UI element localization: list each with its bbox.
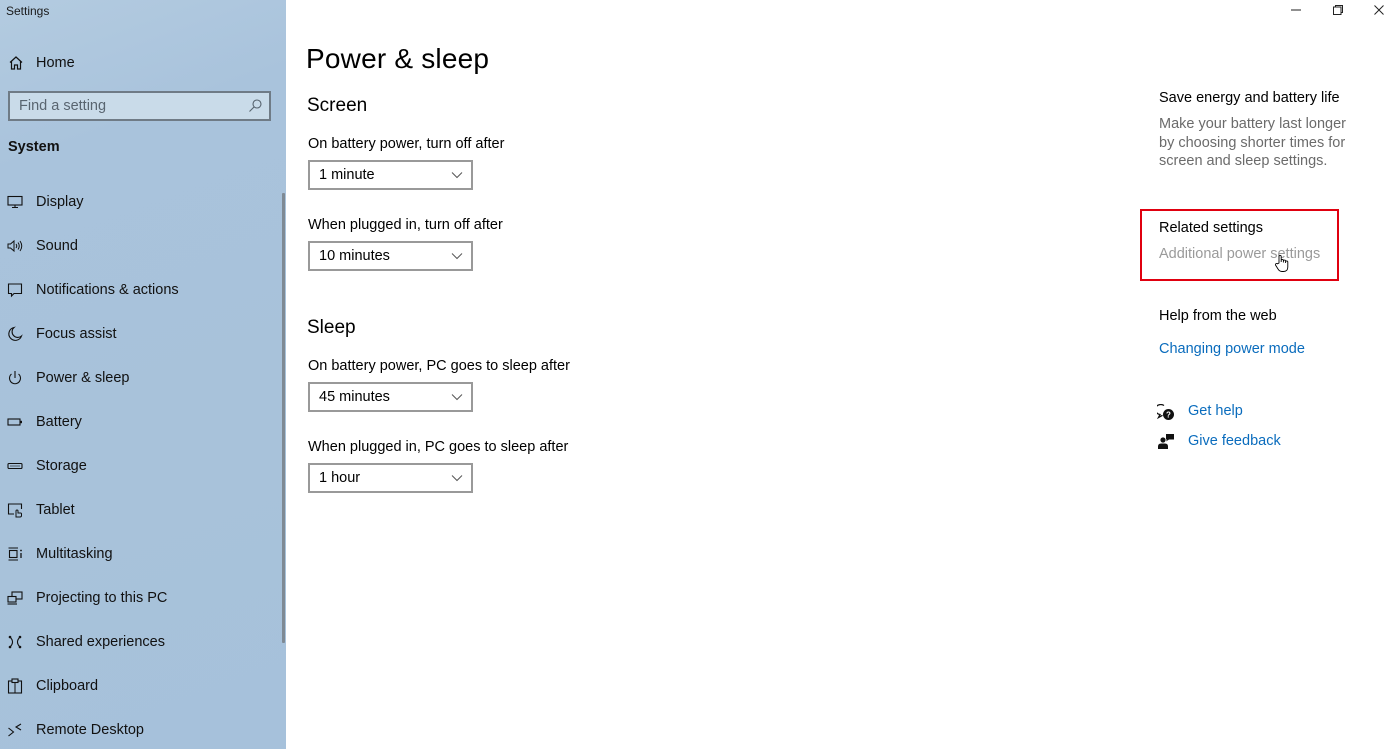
monitor-icon bbox=[6, 193, 24, 211]
sidebar-item-battery[interactable]: Battery bbox=[0, 400, 282, 444]
chevron-down-icon bbox=[450, 392, 464, 402]
sidebar-item-label: Storage bbox=[36, 458, 87, 474]
battery-icon bbox=[6, 413, 24, 431]
sleep-plugged-label: When plugged in, PC goes to sleep after bbox=[308, 439, 569, 455]
save-energy-heading: Save energy and battery life bbox=[1159, 90, 1340, 106]
screen-plugged-dropdown[interactable]: 10 minutes bbox=[308, 241, 473, 271]
restore-icon bbox=[1332, 3, 1344, 21]
dropdown-value: 1 minute bbox=[319, 167, 375, 183]
give-feedback-link[interactable]: Give feedback bbox=[1188, 433, 1281, 449]
get-help-link[interactable]: Get help bbox=[1188, 403, 1243, 419]
sidebar-item-label: Display bbox=[36, 194, 84, 210]
sidebar-item-label: Remote Desktop bbox=[36, 722, 144, 738]
close-button[interactable] bbox=[1357, 0, 1400, 24]
sidebar-item-label: Battery bbox=[36, 414, 82, 430]
app-title: Settings bbox=[6, 4, 50, 18]
screen-battery-label: On battery power, turn off after bbox=[308, 136, 505, 152]
sidebar-nav: Display Sound Notifications & actions Fo… bbox=[0, 180, 282, 749]
storage-icon bbox=[6, 457, 24, 475]
clipboard-icon bbox=[6, 677, 24, 695]
screen-heading: Screen bbox=[307, 95, 368, 116]
sleep-plugged-dropdown[interactable]: 1 hour bbox=[308, 463, 473, 493]
sidebar-item-label: Projecting to this PC bbox=[36, 590, 168, 606]
section-label-system: System bbox=[8, 139, 60, 155]
sidebar-item-clipboard[interactable]: Clipboard bbox=[0, 664, 282, 708]
sidebar-item-label: Shared experiences bbox=[36, 634, 165, 650]
search-icon[interactable] bbox=[247, 98, 263, 114]
sidebar-item-notifications[interactable]: Notifications & actions bbox=[0, 268, 282, 312]
sidebar-item-label: Power & sleep bbox=[36, 370, 130, 386]
dropdown-value: 45 minutes bbox=[319, 389, 390, 405]
changing-power-mode-link[interactable]: Changing power mode bbox=[1159, 341, 1305, 357]
tablet-icon bbox=[6, 501, 24, 519]
help-from-web-heading: Help from the web bbox=[1159, 308, 1277, 324]
close-icon bbox=[1373, 3, 1385, 21]
sidebar-item-label: Focus assist bbox=[36, 326, 117, 342]
chevron-down-icon bbox=[450, 251, 464, 261]
sidebar: Settings Home System Display Sound Notif… bbox=[0, 0, 286, 749]
sidebar-scrollbar[interactable] bbox=[282, 193, 285, 643]
restore-button[interactable] bbox=[1316, 0, 1360, 24]
sidebar-item-remote-desktop[interactable]: Remote Desktop bbox=[0, 708, 282, 749]
related-settings-heading: Related settings bbox=[1159, 220, 1263, 236]
dropdown-value: 10 minutes bbox=[319, 248, 390, 264]
page-title: Power & sleep bbox=[306, 43, 490, 74]
home-icon bbox=[7, 54, 25, 72]
sidebar-item-label: Multitasking bbox=[36, 546, 113, 562]
sidebar-item-label: Sound bbox=[36, 238, 78, 254]
screen-plugged-label: When plugged in, turn off after bbox=[308, 217, 503, 233]
speaker-icon bbox=[6, 237, 24, 255]
sidebar-item-display[interactable]: Display bbox=[0, 180, 282, 224]
sidebar-item-power-sleep[interactable]: Power & sleep bbox=[0, 356, 282, 400]
shared-experiences-icon bbox=[6, 633, 24, 651]
remote-desktop-icon bbox=[6, 721, 24, 739]
save-energy-description: Make your battery last longer by choosin… bbox=[1159, 116, 1346, 169]
additional-power-settings-link[interactable]: Additional power settings bbox=[1159, 246, 1320, 262]
feedback-icon bbox=[1157, 432, 1175, 450]
sidebar-item-label: Clipboard bbox=[36, 678, 99, 694]
sidebar-item-tablet[interactable]: Tablet bbox=[0, 488, 282, 532]
multitasking-icon bbox=[6, 545, 24, 563]
sidebar-item-focus-assist[interactable]: Focus assist bbox=[0, 312, 282, 356]
sidebar-item-label: Notifications & actions bbox=[36, 282, 179, 298]
power-icon bbox=[6, 369, 24, 387]
screen-battery-dropdown[interactable]: 1 minute bbox=[308, 160, 473, 190]
sleep-battery-label: On battery power, PC goes to sleep after bbox=[308, 358, 570, 374]
sidebar-item-sound[interactable]: Sound bbox=[0, 224, 282, 268]
sidebar-item-shared-experiences[interactable]: Shared experiences bbox=[0, 620, 282, 664]
search-box[interactable] bbox=[8, 91, 271, 121]
search-input[interactable] bbox=[10, 93, 240, 119]
sidebar-home[interactable]: Home bbox=[0, 50, 286, 76]
sleep-heading: Sleep bbox=[307, 317, 356, 338]
sidebar-item-label: Tablet bbox=[36, 502, 75, 518]
minimize-icon bbox=[1290, 3, 1302, 21]
chevron-down-icon bbox=[450, 170, 464, 180]
sleep-battery-dropdown[interactable]: 45 minutes bbox=[308, 382, 473, 412]
sidebar-item-storage[interactable]: Storage bbox=[0, 444, 282, 488]
moon-icon bbox=[6, 325, 24, 343]
sidebar-item-projecting[interactable]: Projecting to this PC bbox=[0, 576, 282, 620]
hand-cursor-icon bbox=[1274, 254, 1290, 274]
sidebar-item-multitasking[interactable]: Multitasking bbox=[0, 532, 282, 576]
sidebar-home-label: Home bbox=[36, 55, 75, 71]
notification-icon bbox=[6, 281, 24, 299]
svg-text:?: ? bbox=[1166, 410, 1171, 419]
get-help-icon: ? bbox=[1157, 403, 1175, 421]
dropdown-value: 1 hour bbox=[319, 470, 361, 486]
projecting-icon bbox=[6, 589, 24, 607]
minimize-button[interactable] bbox=[1274, 0, 1318, 24]
chevron-down-icon bbox=[450, 473, 464, 483]
